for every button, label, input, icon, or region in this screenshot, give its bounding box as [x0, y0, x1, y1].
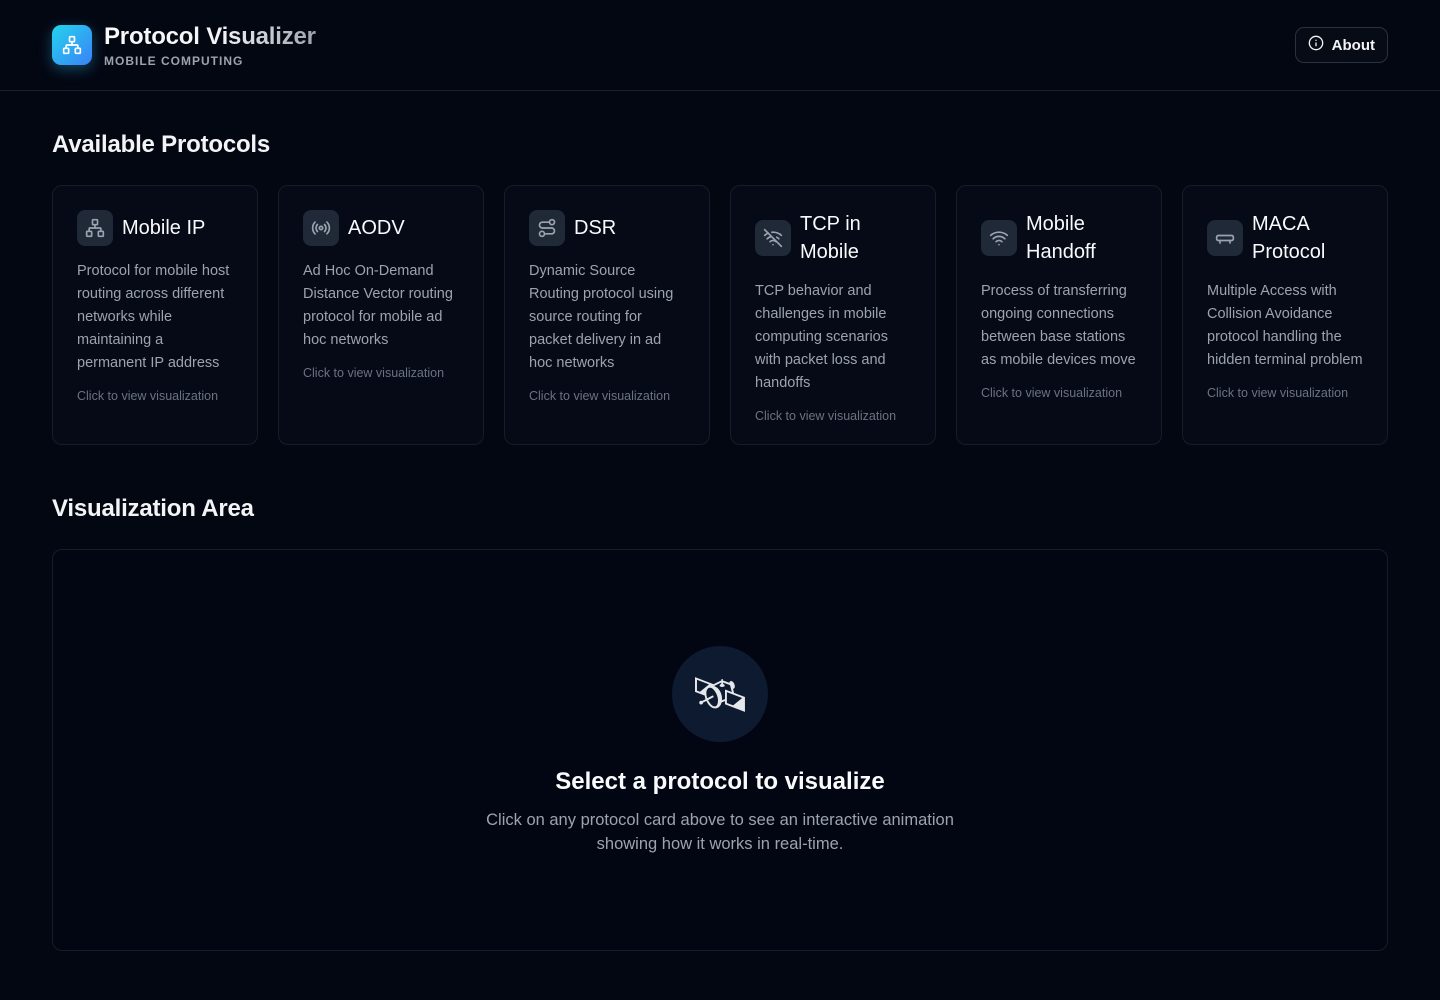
- info-icon: [1308, 35, 1324, 55]
- about-label: About: [1331, 36, 1375, 54]
- protocol-card-mobile-handoff[interactable]: Mobile Handoff Process of transferring o…: [956, 185, 1162, 445]
- wifi-icon: [981, 220, 1017, 256]
- router-icon: [1207, 220, 1243, 256]
- card-title: TCP in Mobile: [800, 213, 861, 263]
- visualization-section: Visualization Area 🛰 Select a protocol t…: [0, 445, 1440, 951]
- card-hint: Click to view visualization: [303, 366, 445, 380]
- card-hint: Click to view visualization: [981, 386, 1123, 400]
- empty-state-text: Click on any protocol card above to see …: [486, 811, 954, 853]
- card-hint: Click to view visualization: [755, 409, 897, 423]
- empty-state-title: Select a protocol to visualize: [555, 768, 885, 795]
- about-button[interactable]: About: [1294, 27, 1388, 63]
- card-description: Protocol for mobile host routing across …: [77, 263, 230, 371]
- protocol-card-mobile-ip[interactable]: Mobile IP Protocol for mobile host routi…: [52, 185, 258, 445]
- protocol-card-aodv[interactable]: AODV Ad Hoc On-Demand Distance Vector ro…: [278, 185, 484, 445]
- app-subtitle: MOBILE COMPUTING: [104, 54, 244, 68]
- app-logo-icon: [52, 25, 92, 65]
- card-title: Mobile Handoff: [1026, 213, 1096, 263]
- visualization-title: Visualization Area: [52, 495, 254, 522]
- satellite-dish-icon: 🛰: [672, 646, 768, 742]
- wifi-off-icon: [755, 220, 791, 256]
- app-title: Protocol Visualizer: [104, 23, 316, 50]
- visualization-area: 🛰 Select a protocol to visualize Click o…: [52, 549, 1388, 951]
- card-description: Multiple Access with Collision Avoidance…: [1207, 283, 1363, 368]
- protocol-card-maca[interactable]: MACA Protocol Multiple Access with Colli…: [1182, 185, 1388, 445]
- card-title: DSR: [574, 217, 617, 239]
- card-hint: Click to view visualization: [1207, 386, 1349, 400]
- card-title: Mobile IP: [122, 217, 206, 239]
- card-hint: Click to view visualization: [529, 389, 671, 403]
- protocols-section: Available Protocols Mobile IP Protocol f…: [0, 91, 1440, 445]
- radio-broadcast-icon: [303, 210, 339, 246]
- network-icon: [77, 210, 113, 246]
- card-title: MACA Protocol: [1252, 213, 1326, 263]
- card-description: Process of transferring ongoing connecti…: [981, 283, 1136, 368]
- protocols-title: Available Protocols: [52, 131, 271, 158]
- brand: Protocol Visualizer MOBILE COMPUTING: [52, 22, 316, 68]
- card-description: TCP behavior and challenges in mobile co…: [755, 283, 888, 391]
- card-description: Dynamic Source Routing protocol using so…: [529, 263, 674, 371]
- card-title: AODV: [348, 217, 405, 239]
- card-description: Ad Hoc On-Demand Distance Vector routing…: [303, 263, 453, 348]
- protocol-card-grid: Mobile IP Protocol for mobile host routi…: [52, 185, 1388, 445]
- card-hint: Click to view visualization: [77, 389, 219, 403]
- route-icon: [529, 210, 565, 246]
- app-header: Protocol Visualizer MOBILE COMPUTING Abo…: [0, 0, 1440, 91]
- protocol-card-dsr[interactable]: DSR Dynamic Source Routing protocol usin…: [504, 185, 710, 445]
- protocol-card-tcp-mobile[interactable]: TCP in Mobile TCP behavior and challenge…: [730, 185, 936, 445]
